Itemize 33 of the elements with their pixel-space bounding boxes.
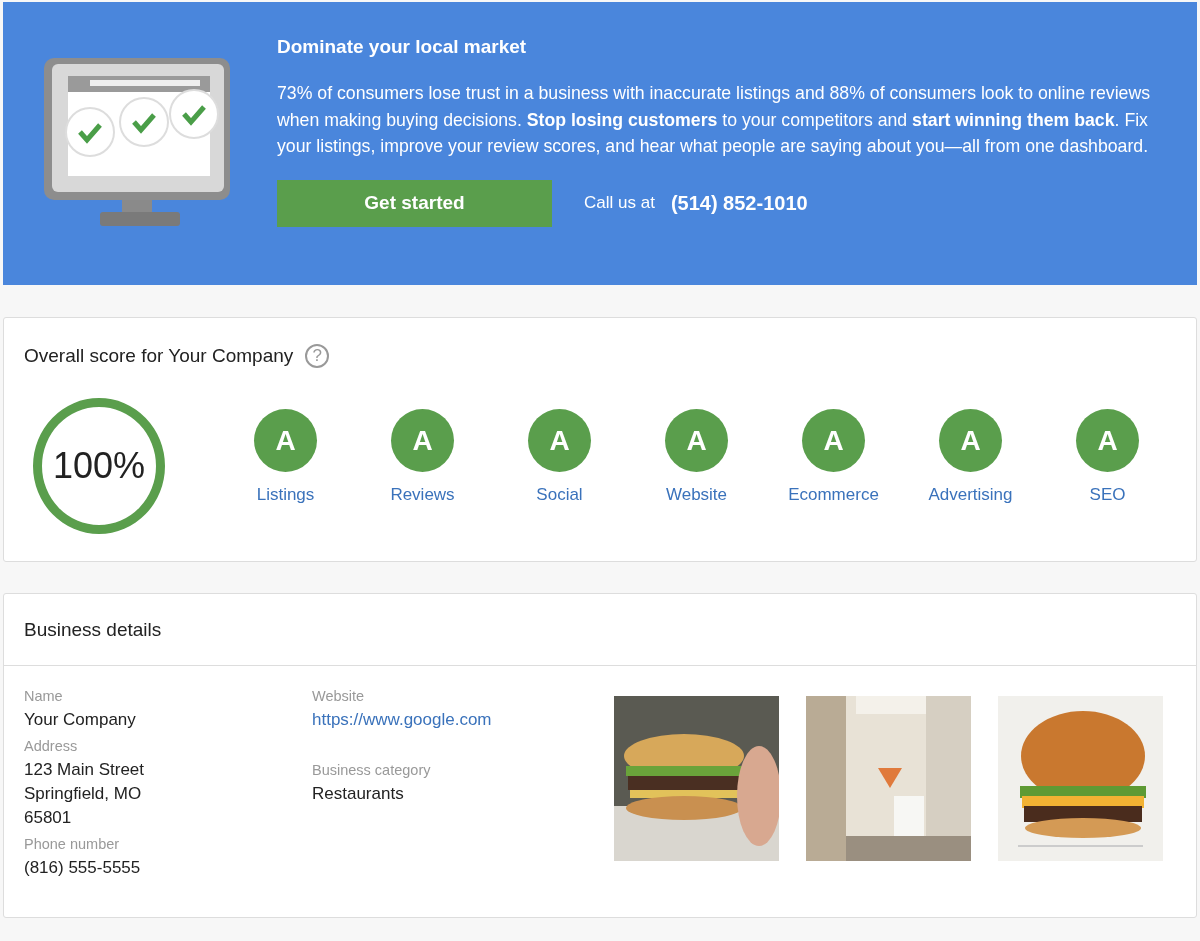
category-link[interactable]: Advertising <box>928 485 1013 505</box>
category-link[interactable]: Website <box>665 485 728 505</box>
url-link[interactable]: https://www.google.com <box>312 708 492 732</box>
grade-badge: A <box>254 409 317 472</box>
field-label: Website <box>312 688 366 704</box>
category-link[interactable]: Reviews <box>390 485 455 505</box>
grade-badge: A <box>665 409 728 472</box>
call-label: Call us at <box>584 193 655 213</box>
get-started-button[interactable]: Get started <box>277 179 552 227</box>
grade-badge: A <box>528 409 591 472</box>
score-ring: 100% <box>33 398 165 534</box>
category-link[interactable]: Ecommerce <box>788 485 879 505</box>
field-label: Business category <box>312 762 432 778</box>
address-value: 123 Main Street Springfield, MO 65801 <box>24 759 145 829</box>
field-label: Name <box>24 688 64 704</box>
phone-number: (514) 852-1010 <box>670 191 808 215</box>
banner-text: 73% of consumers lose trust in a business with inaccurate listings and 88% of consumers look to online reviews when making buying decisions. Stop losing customers to your competitors and start winning them back. Fix your listings, improve your review scores, and hear what people are saying about you—all from one dashboard. <box>277 82 1152 158</box>
grade-badge: A <box>1076 409 1139 472</box>
field-value: Restaurants <box>312 783 405 805</box>
help-icon[interactable]: ? <box>305 344 330 368</box>
banner-title: Dominate your local market <box>277 36 528 58</box>
grade-badge: A <box>391 409 454 472</box>
category-link[interactable]: Listings <box>256 485 315 505</box>
grade-badge: A <box>802 409 865 472</box>
field-label: Phone number <box>24 836 121 852</box>
field-value: Your Company <box>24 709 137 731</box>
score-title: Overall score for Your Company <box>24 345 294 367</box>
field-value: (816) 555-5555 <box>24 857 142 879</box>
grade-badge: A <box>939 409 1002 472</box>
category-link[interactable]: SEO <box>1089 485 1126 505</box>
category-link[interactable]: Social <box>536 485 583 505</box>
field-label: Address <box>24 738 79 754</box>
business-title: Business details <box>4 594 1196 666</box>
